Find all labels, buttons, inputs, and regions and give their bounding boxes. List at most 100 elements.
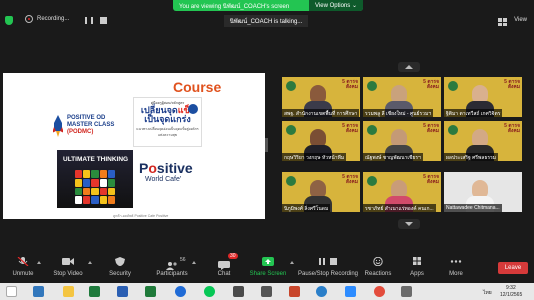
gallery-view-icon[interactable] [498, 18, 507, 26]
record-icon [25, 15, 33, 23]
split-view-handle[interactable] [265, 138, 268, 152]
ultimate-thinking-title: ULTIMATE THINKING [63, 156, 129, 163]
participant-name: รชาภัทย์ สำเนาแร่ทองค์ คนเก... [363, 204, 436, 212]
rocket-icon [53, 115, 63, 137]
rubik-cubes-image [75, 170, 115, 204]
line-app-icon[interactable] [204, 286, 215, 297]
clock-date[interactable]: 12/1/2565 [500, 292, 522, 298]
tile-banner: 5 ตารจ สังคม [342, 174, 358, 185]
slide-footer: ลูกค้า-ผลลัพธ์ Positive Cafe Positive [113, 214, 169, 218]
pause-stop-icons [319, 257, 337, 266]
org-logo-icon [286, 81, 296, 91]
tile-banner: 5 ตารจ สังคม [342, 79, 358, 90]
participant-tile[interactable]: 5 ตารจ สังคม ฐิติมา ตาเทวีสถ์ เกศวิจิตร [444, 77, 522, 117]
stop-recording-icon[interactable] [100, 17, 107, 24]
active-speaker-label: นิพัฒน์_COACH is talking... [224, 15, 308, 27]
participants-icon: 56 [166, 257, 186, 270]
participant-tile[interactable]: Nattawadee Chitmana... [444, 172, 522, 212]
org-logo-icon [367, 125, 377, 135]
smiley-icon [373, 257, 383, 266]
language-indicator[interactable]: ไทย [483, 289, 492, 297]
microphone-muted-icon [17, 257, 29, 266]
excel-file-icon[interactable] [145, 286, 156, 297]
pause-recording-icon[interactable] [85, 17, 93, 24]
pause-stop-recording-button[interactable]: Pause/Stop Recording [298, 257, 358, 277]
more-dots-icon [450, 260, 462, 263]
tile-banner: 5 ตารจ สังคม [504, 79, 520, 90]
apps-icon [413, 257, 421, 265]
participant-name: รวมพลู ลี เชียงใหม่ - ศูนย์รวมฯ [363, 109, 434, 117]
edge-icon[interactable] [316, 286, 327, 297]
book-badge-icon [188, 104, 198, 114]
pwc-main: Positive [139, 160, 193, 176]
podmc-logo: POSITIVE OD MASTER CLASS (PODMC) [53, 115, 131, 137]
podmc-line1: POSITIVE OD [67, 115, 106, 121]
gallery-prev-page-button[interactable] [398, 62, 420, 72]
encryption-shield-icon[interactable] [5, 16, 13, 25]
word-icon[interactable] [117, 286, 128, 297]
leave-button[interactable]: Leave [498, 262, 528, 274]
chrome-app-icon[interactable] [374, 286, 385, 297]
app2-icon[interactable] [401, 286, 412, 297]
chat-badge: 30 [228, 253, 238, 259]
clock-time[interactable]: 9:32 [506, 285, 516, 291]
podmc-line3: (PODMC) [67, 129, 94, 135]
more-button[interactable]: More [428, 257, 484, 277]
stop-video-button[interactable]: Stop Video [40, 257, 96, 277]
org-logo-icon [367, 81, 377, 91]
security-button[interactable]: Security [92, 257, 148, 277]
meeting-toolbar: Unmute Stop Video Security 56 Participan… [0, 251, 534, 283]
participants-button[interactable]: 56 Participants [144, 257, 200, 277]
org-logo-icon [286, 125, 296, 135]
participant-tile[interactable]: 5 ตารจ สังคม กฤษวิริยา วงกฤษ หัวหน้าทีม [282, 121, 360, 161]
photos-icon[interactable] [261, 286, 272, 297]
edge-browser-icon[interactable] [33, 286, 44, 297]
participant-tile[interactable]: 5 ตารจ สังคม นิภูมิพงศ์ ลิ่งศรีโนดม [282, 172, 360, 212]
pwc-sub: World Cafe' [145, 176, 182, 183]
share-banner-text: You are viewing นิพัฒน์_COACH's screen [179, 3, 290, 10]
org-logo-icon [286, 176, 296, 186]
participant-tile[interactable]: 5 ตารจ สังคม รชาภัทย์ สำเนาแร่ทองค์ คนเก… [363, 172, 441, 212]
video-camera-icon [62, 258, 74, 265]
org-logo-icon [367, 176, 377, 186]
start-windows-icon[interactable] [6, 286, 17, 297]
participant-name: ณัฐพงษ์ ชาญพัฒนาเชียรฯ [363, 153, 423, 161]
zoom-icon[interactable] [345, 286, 356, 297]
tile-banner: 5 ตารจ สังคม [423, 174, 439, 185]
file-explorer-icon[interactable] [63, 286, 74, 297]
tile-banner: 5 ตารจ สังคม [342, 123, 358, 134]
share-screen-button[interactable]: Share Screen [240, 257, 296, 277]
participant-name: Nattawadee Chitmana... [444, 204, 502, 212]
excel-icon[interactable] [89, 286, 100, 297]
powerpoint-icon[interactable] [289, 286, 300, 297]
share-screen-icon [262, 257, 274, 266]
tile-banner: 5 ตารจ สังคม [423, 79, 439, 90]
tile-banner: 5 ตารจ สังคม [504, 123, 520, 134]
participant-tile[interactable]: 5 ตารจ สังคม ผลประเสริฐ ศรีพลธรรม [444, 121, 522, 161]
participant-name: กฤษวิริยา วงกฤษ หัวหน้าทีม [282, 153, 347, 161]
share-options-caret[interactable] [290, 261, 294, 264]
view-button[interactable]: View [514, 17, 527, 23]
shield-icon [115, 257, 125, 266]
recording-indicator: Recording... [25, 15, 69, 23]
tile-banner: 5 ตารจ สังคม [423, 123, 439, 134]
windows-taskbar: ไทย 9:32 12/1/2565 [0, 283, 534, 300]
book-subtitle: แนวทางเปลี่ยนจุดอ่อนเป็นจุดแข็งสู่องค์กร… [136, 127, 199, 137]
participants-count: 56 [180, 257, 186, 263]
podmc-line2: MASTER CLASS [67, 122, 115, 128]
participant-tile[interactable]: 5 ตารจ สังคม สพฐ. สำนักงานเขตพื้นที่ การ… [282, 77, 360, 117]
chrome-icon[interactable] [175, 286, 186, 297]
participant-name: ฐิติมา ตาเทวีสถ์ เกศวิจิตร [444, 109, 503, 117]
chat-icon: 30 [218, 253, 238, 270]
org-logo-icon [448, 125, 458, 135]
participant-tile[interactable]: 5 ตารจ สังคม ณัฐพงษ์ ชาญพัฒนาเชียรฯ [363, 121, 441, 161]
book-cover: คู่มือครูผู้สอน/หลักสูตร เปลี่ยนจุดแข็ง … [133, 97, 202, 147]
participant-tile[interactable]: 5 ตารจ สังคม รวมพลู ลี เชียงใหม่ - ศูนย์… [363, 77, 441, 117]
participant-name: นิภูมิพงศ์ ลิ่งศรีโนดม [282, 204, 331, 212]
participant-name: สพฐ. สำนักงานเขตพื้นที่ การศึกษา [282, 109, 360, 117]
app-icon[interactable] [233, 286, 244, 297]
org-logo-icon [448, 81, 458, 91]
gallery-next-page-button[interactable] [398, 219, 420, 229]
participant-name: ผลประเสริฐ ศรีพลธรรม [444, 153, 499, 161]
view-options-button[interactable]: View Options ⌄ [309, 0, 363, 11]
